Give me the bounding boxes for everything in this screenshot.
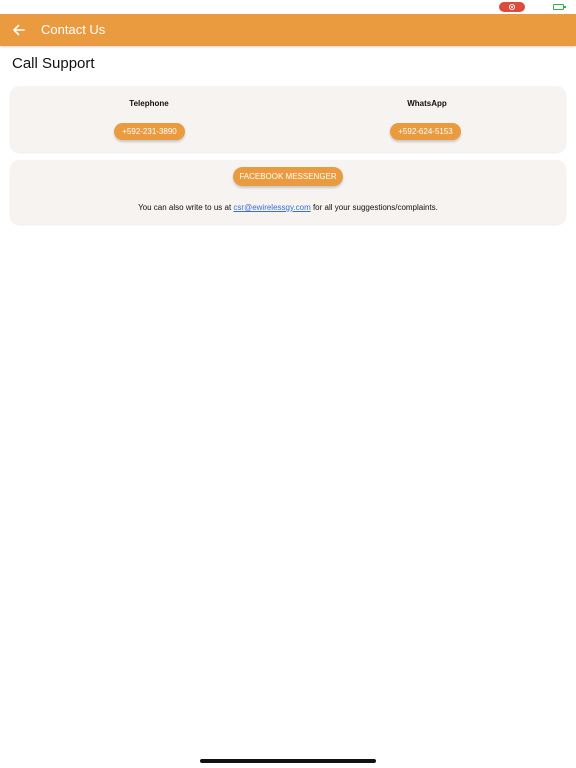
facebook-messenger-button[interactable]: FACEBOOK MESSENGER xyxy=(233,167,343,186)
recording-indicator-icon xyxy=(499,2,525,12)
page-title: Call Support xyxy=(12,55,95,72)
status-bar xyxy=(0,0,576,14)
telephone-section: Telephone +592-231-3890 xyxy=(10,86,288,152)
whatsapp-number-button[interactable]: +592-624-5153 xyxy=(390,123,461,140)
write-to-us-text: You can also write to us at csr@ewireles… xyxy=(10,203,566,212)
arrow-left-icon xyxy=(13,24,25,36)
home-indicator xyxy=(200,759,376,763)
back-button[interactable] xyxy=(9,20,29,40)
write-prefix: You can also write to us at xyxy=(138,203,234,212)
battery-icon xyxy=(553,4,566,10)
app-bar: Contact Us xyxy=(0,14,576,46)
telephone-label: Telephone xyxy=(129,99,169,108)
app-bar-title: Contact Us xyxy=(41,22,106,37)
email-link[interactable]: csr@ewirelessgy.com xyxy=(233,203,310,212)
whatsapp-section: WhatsApp +592-624-5153 xyxy=(288,86,566,152)
whatsapp-label: WhatsApp xyxy=(407,99,447,108)
phone-card: Telephone +592-231-3890 WhatsApp +592-62… xyxy=(10,86,566,152)
write-suffix: for all your suggestions/complaints. xyxy=(310,203,438,212)
contact-card: FACEBOOK MESSENGER You can also write to… xyxy=(10,160,566,224)
telephone-number-button[interactable]: +592-231-3890 xyxy=(114,123,185,140)
